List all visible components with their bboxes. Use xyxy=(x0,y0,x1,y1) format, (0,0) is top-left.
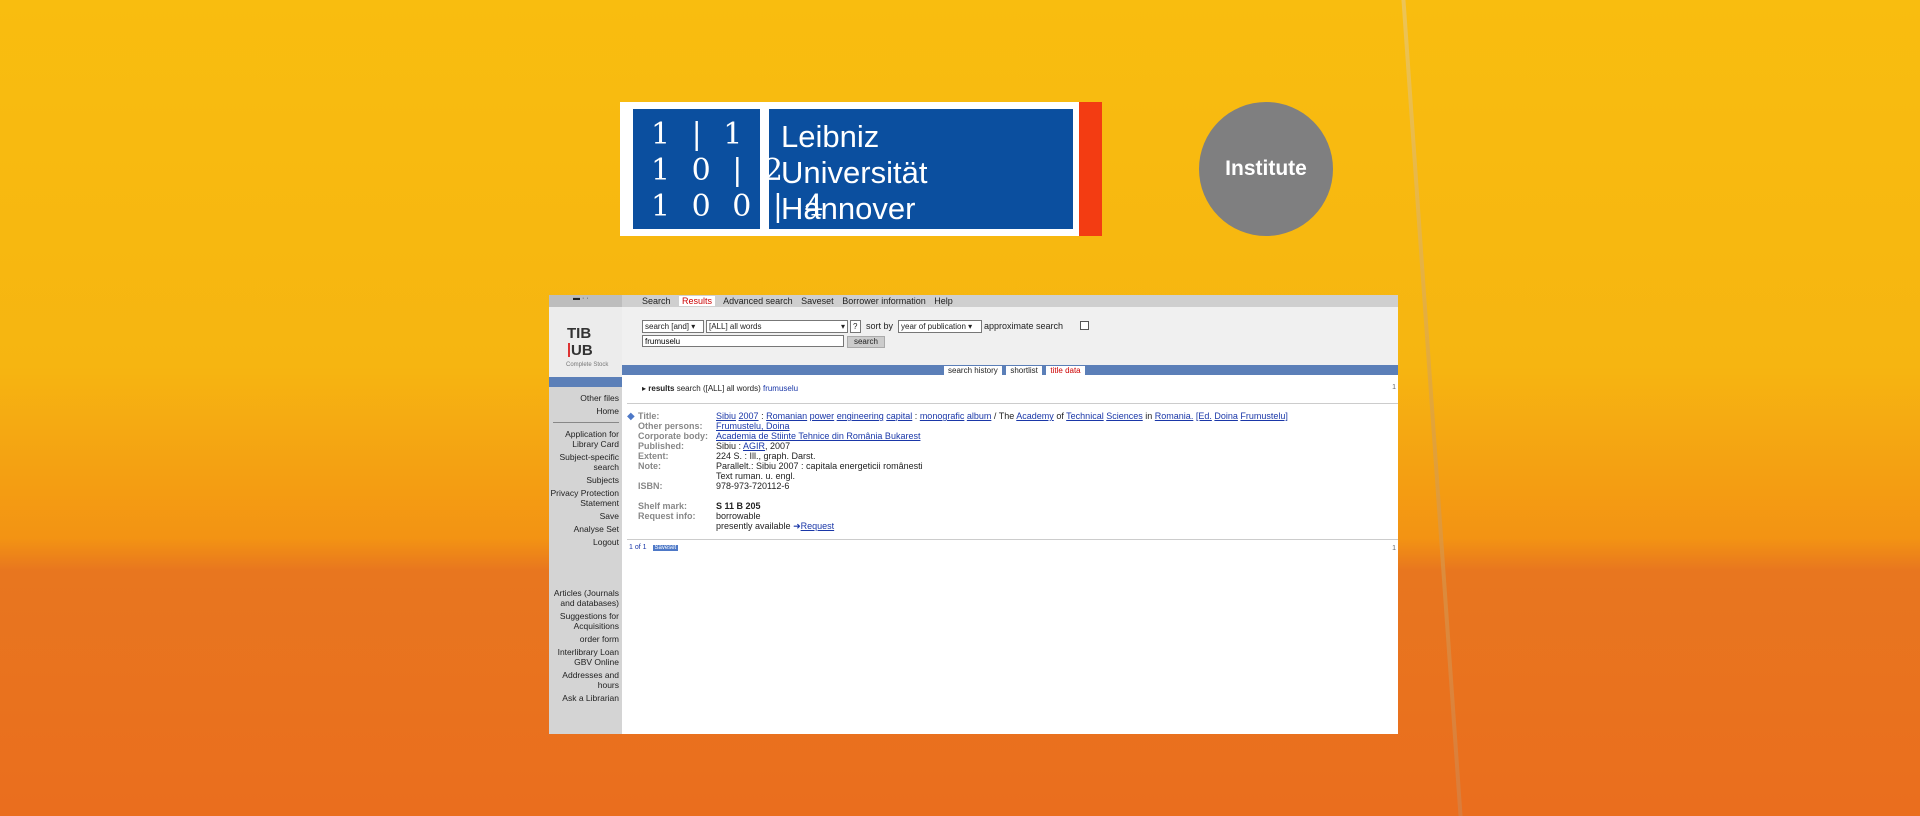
tab-shortlist[interactable]: shortlist xyxy=(1006,366,1042,376)
wall-crack xyxy=(1401,0,1463,816)
institute-badge: Institute xyxy=(1199,102,1333,236)
sidebar-item-privacy[interactable]: Privacy Protection Statement xyxy=(549,488,620,508)
sidebar-item-subject-search[interactable]: Subject-specific search xyxy=(549,452,619,472)
tib-logo-area: TIB UB Complete Stock xyxy=(549,307,622,377)
menu-advanced-search[interactable]: Advanced search xyxy=(723,296,793,306)
search-button[interactable]: search xyxy=(847,336,885,348)
sidebar-item-ask-librarian[interactable]: Ask a Librarian xyxy=(549,693,619,703)
top-menu: Search Results Advanced search Saveset B… xyxy=(622,295,1398,307)
tabs: search history shortlist title data xyxy=(944,365,1087,376)
tab-search-history[interactable]: search history xyxy=(944,366,1002,376)
sidebar-nav: Other files Home Application for Library… xyxy=(549,393,622,703)
divider xyxy=(627,539,1398,540)
sidebar-item-library-card[interactable]: Application for Library Card xyxy=(549,429,619,449)
approx-label: approximate search xyxy=(984,321,1064,331)
menu-help[interactable]: Help xyxy=(934,296,953,306)
sidebar-item-save[interactable]: Save xyxy=(549,511,619,521)
sidebar-blue-bar xyxy=(549,377,622,387)
menu-results[interactable]: Results xyxy=(679,296,716,306)
approx-checkbox[interactable] xyxy=(1080,321,1089,330)
sidebar-item-order-form[interactable]: order form xyxy=(549,634,619,644)
divider xyxy=(627,403,1398,404)
request-link[interactable]: Request xyxy=(801,521,835,531)
tab-title-data[interactable]: title data xyxy=(1046,366,1085,376)
sidebar-item-subjects[interactable]: Subjects xyxy=(549,475,619,485)
tab-bar: search history shortlist title data xyxy=(622,365,1398,376)
menu-search[interactable]: Search xyxy=(642,296,671,306)
stock-label: Complete Stock xyxy=(566,362,609,368)
arrow-right-icon: ➜ xyxy=(793,521,801,531)
university-logo: 1 | 11 0 | 21 0 0 | 4 Leibniz Universitä… xyxy=(620,102,1102,236)
help-button[interactable]: ? xyxy=(850,320,861,333)
sidebar-item-articles[interactable]: Articles (Journals and databases) xyxy=(549,588,619,608)
shelf-mark: S 11 B 205 xyxy=(716,501,761,511)
menu-borrower-information[interactable]: Borrower information xyxy=(842,296,926,306)
book-icon: ◆ xyxy=(627,411,635,422)
logo-name: Leibniz Universität Hannover xyxy=(781,119,928,226)
sidebar-divider xyxy=(553,422,619,423)
sidebar-item-logout[interactable]: Logout xyxy=(549,537,619,547)
menu-saveset[interactable]: Saveset xyxy=(801,296,834,306)
results-footer: 1 of 1 Saveset xyxy=(629,544,679,551)
corporate-body-link[interactable]: Academia de Stiinte Tehnice din România … xyxy=(716,431,920,441)
results-page-number: 1 xyxy=(1392,384,1396,391)
sidebar-item-interlibrary-loan[interactable]: Interlibrary Loan GBV Online xyxy=(549,647,619,667)
other-persons-link[interactable]: Frumustelu, Doina xyxy=(716,421,790,431)
operator-select[interactable]: search [and] ▾ xyxy=(642,320,704,333)
sidebar-item-home[interactable]: Home xyxy=(549,406,619,416)
sidebar-item-analyse-set[interactable]: Analyse Set xyxy=(549,524,619,534)
record-details: ◆ Title: Sibiu 2007 : Romanian power eng… xyxy=(627,411,1288,531)
main-content: Search Results Advanced search Saveset B… xyxy=(622,295,1398,734)
catalog-window: ▬ · · TIB UB Complete Stock Other files … xyxy=(549,295,1398,734)
search-input[interactable] xyxy=(642,335,844,347)
sidebar-item-addresses[interactable]: Addresses and hours xyxy=(549,670,619,690)
logo-divider xyxy=(760,109,769,229)
left-sidebar: ▬ · · TIB UB Complete Stock Other files … xyxy=(549,295,622,734)
results-header: ▸ results search ([ALL] all words) frumu… xyxy=(642,384,799,393)
language-flag-icon[interactable]: ▬ · · xyxy=(549,295,622,307)
logo-blue-panel: 1 | 11 0 | 21 0 0 | 4 Leibniz Universitä… xyxy=(633,109,1073,229)
sort-label: sort by xyxy=(866,321,894,331)
logo-glyphs: 1 | 11 0 | 21 0 0 | 4 xyxy=(651,117,830,224)
saveset-button[interactable]: Saveset xyxy=(652,545,679,551)
publisher-link[interactable]: AGIR xyxy=(743,441,765,451)
footer-page-number: 1 xyxy=(1392,545,1396,552)
tib-logo: TIB UB xyxy=(567,325,593,359)
sort-select[interactable]: year of publication ▾ xyxy=(898,320,982,333)
record-title: Sibiu 2007 : Romanian power engineering … xyxy=(716,411,1288,421)
field-select[interactable]: [ALL] all words ▾ xyxy=(706,320,848,333)
search-panel: search [and] ▾ [ALL] all words ▾ ? sort b… xyxy=(622,307,1398,365)
logo-red-stripe xyxy=(1079,102,1102,236)
sidebar-item-suggestions[interactable]: Suggestions for Acquisitions xyxy=(549,611,619,631)
logo-bar-icon xyxy=(568,343,570,357)
sidebar-item-other-files[interactable]: Other files xyxy=(549,393,619,403)
